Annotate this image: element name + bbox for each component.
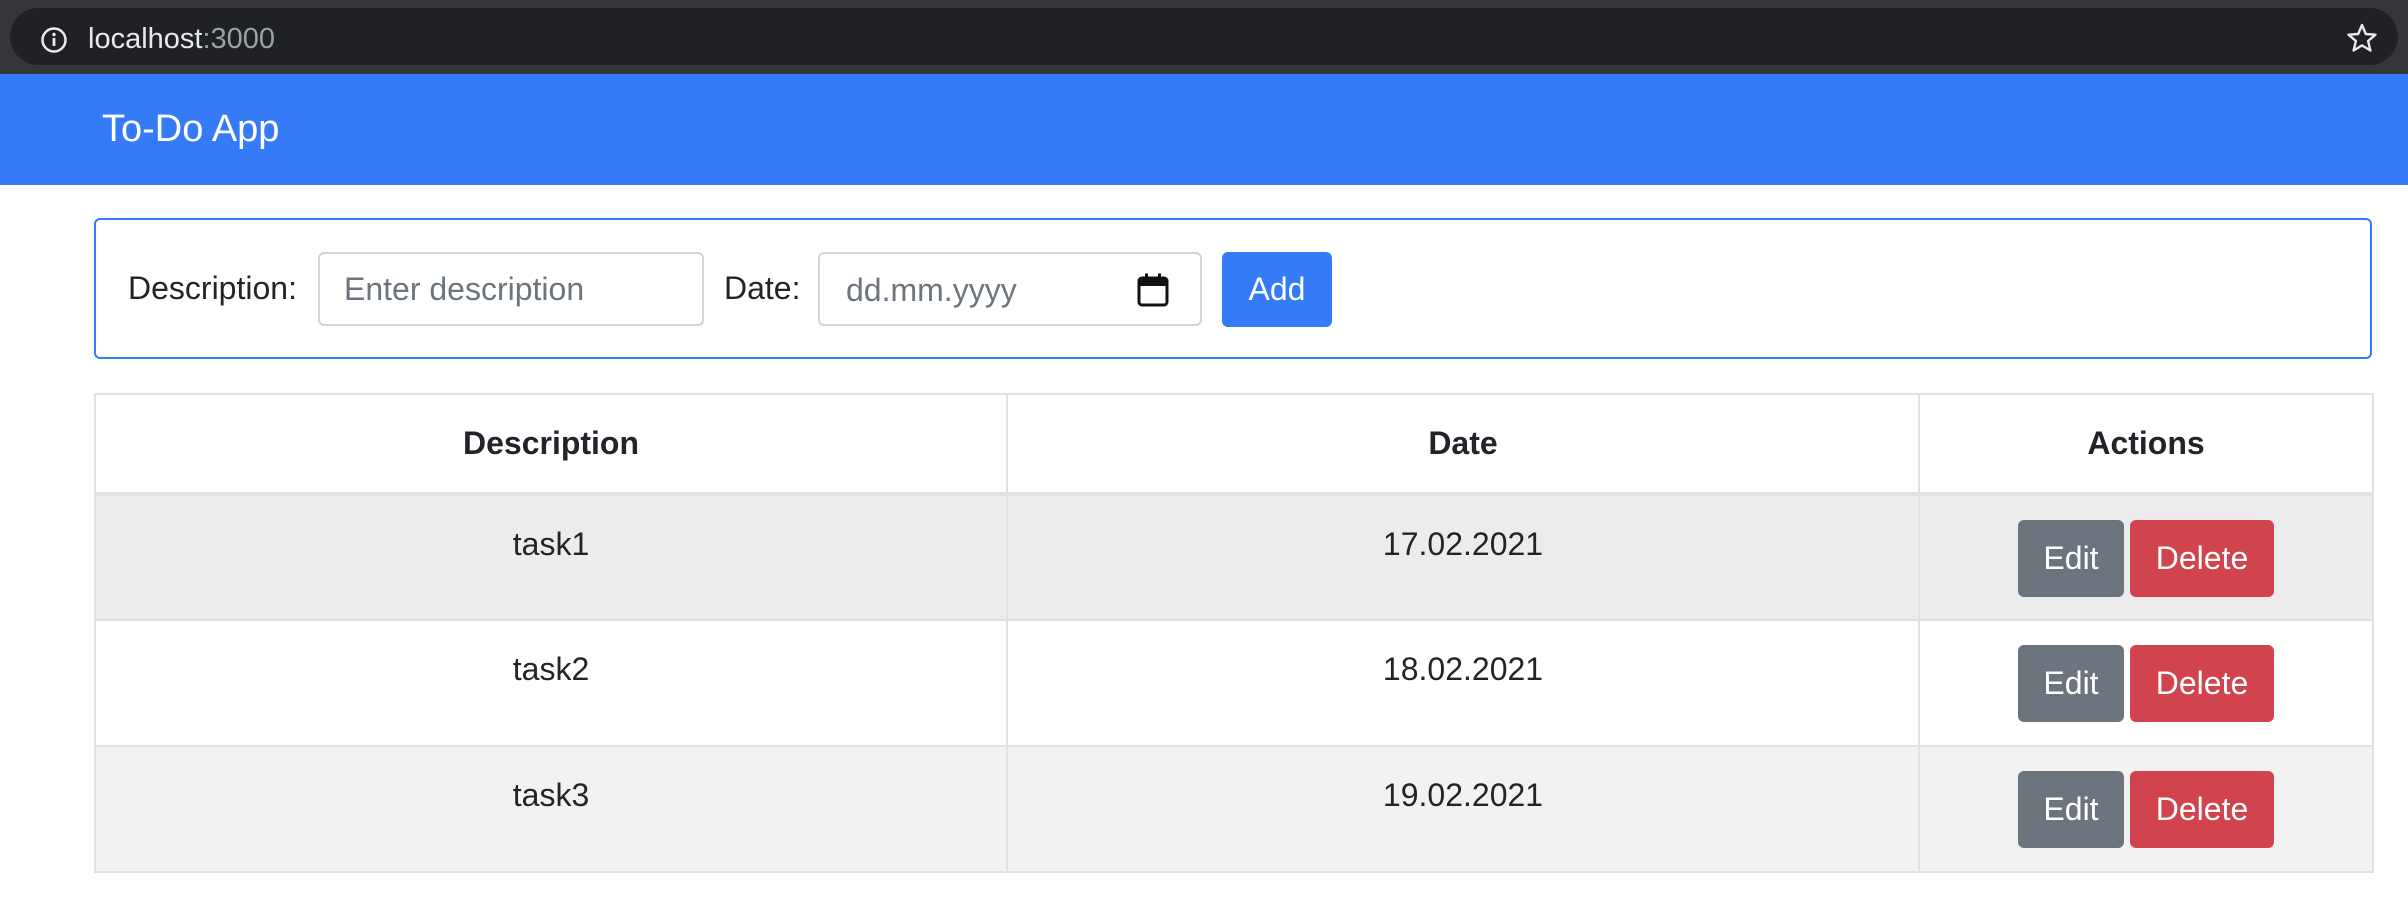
delete-button[interactable]: Delete [2130,520,2274,597]
date-label: Date: [724,270,801,306]
delete-button[interactable]: Delete [2130,771,2274,848]
task-actions: Edit Delete [1918,493,2374,621]
date-placeholder: dd.mm.yyyy [846,272,1017,308]
header-description: Description [94,393,1008,495]
task-table: Description Date Actions task1 17.02.202… [94,393,2374,873]
description-input[interactable] [318,252,704,326]
edit-button[interactable]: Edit [2018,771,2124,848]
header-date: Date [1006,393,1920,495]
navbar: To-Do App [0,74,2408,185]
url-port: :3000 [202,23,276,55]
delete-button[interactable]: Delete [2130,645,2274,722]
add-task-form: Description: Date: dd.mm.yyyy Add [94,218,2372,359]
table-row: task1 17.02.2021 Edit Delete [94,493,2374,621]
url-host: localhost [88,23,203,55]
app-brand[interactable]: To-Do App [102,106,279,152]
date-input[interactable]: dd.mm.yyyy [818,252,1202,326]
url-text[interactable]: localhost:3000 [88,22,275,56]
info-icon[interactable] [40,26,68,54]
table-header-row: Description Date Actions [94,393,2374,495]
task-date: 19.02.2021 [1006,745,1920,873]
task-description: task3 [94,745,1008,873]
calendar-icon[interactable] [1136,272,1170,308]
task-date: 18.02.2021 [1006,619,1920,747]
add-button[interactable]: Add [1222,252,1332,327]
task-actions: Edit Delete [1918,619,2374,747]
task-description: task1 [94,493,1008,621]
task-date: 17.02.2021 [1006,493,1920,621]
edit-button[interactable]: Edit [2018,520,2124,597]
star-icon[interactable] [2346,22,2378,54]
task-actions: Edit Delete [1918,745,2374,873]
task-description: task2 [94,619,1008,747]
browser-toolbar: localhost:3000 [0,0,2408,74]
description-label: Description: [128,270,297,306]
edit-button[interactable]: Edit [2018,645,2124,722]
address-bar[interactable]: localhost:3000 [10,8,2398,65]
header-actions: Actions [1918,393,2374,495]
table-row: task2 18.02.2021 Edit Delete [94,619,2374,747]
table-row: task3 19.02.2021 Edit Delete [94,745,2374,873]
